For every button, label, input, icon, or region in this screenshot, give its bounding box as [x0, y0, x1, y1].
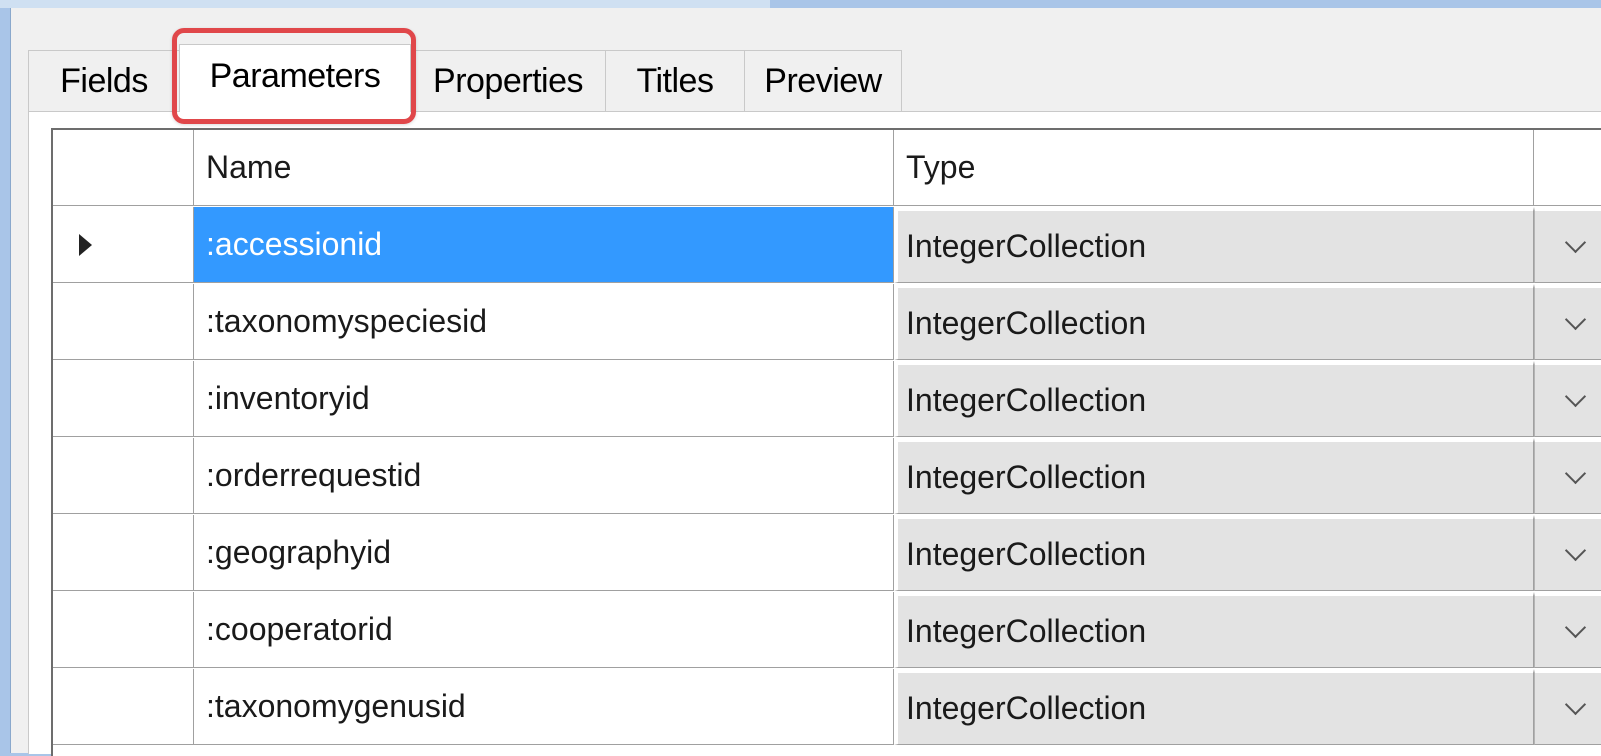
- parameter-name-cell[interactable]: :orderrequestid: [194, 438, 894, 514]
- chevron-down-icon: [1564, 539, 1587, 562]
- chevron-down-icon: [1564, 462, 1587, 485]
- type-dropdown-button[interactable]: [1534, 669, 1601, 745]
- parameter-type-cell[interactable]: IntegerCollection: [894, 361, 1534, 437]
- tab-preview[interactable]: Preview: [744, 50, 902, 112]
- parameter-type-cell[interactable]: IntegerCollection: [894, 438, 1534, 514]
- type-dropdown-button[interactable]: [1534, 515, 1601, 591]
- row-header[interactable]: [53, 361, 194, 437]
- parameters-tab-page: Name Type :accessionid IntegerCollection…: [28, 111, 1601, 756]
- table-row[interactable]: :orderrequestid IntegerCollection: [53, 438, 1601, 515]
- chevron-down-icon: [1564, 616, 1587, 639]
- parameter-type-cell[interactable]: IntegerCollection: [894, 284, 1534, 360]
- table-row[interactable]: :taxonomyspeciesid IntegerCollection: [53, 284, 1601, 361]
- type-dropdown-button[interactable]: [1534, 438, 1601, 514]
- parameter-name-cell[interactable]: :taxonomyspeciesid: [194, 284, 894, 360]
- chevron-down-icon: [1564, 231, 1587, 254]
- parameter-type-cell[interactable]: IntegerCollection: [894, 669, 1534, 745]
- row-header[interactable]: [53, 207, 194, 283]
- row-header[interactable]: [53, 669, 194, 745]
- parameters-grid: Name Type :accessionid IntegerCollection…: [51, 128, 1601, 756]
- parameter-name-cell[interactable]: :taxonomygenusid: [194, 669, 894, 745]
- type-dropdown-button[interactable]: [1534, 361, 1601, 437]
- chevron-down-icon: [1564, 385, 1587, 408]
- table-row[interactable]: :accessionid IntegerCollection: [53, 207, 1601, 284]
- table-row[interactable]: :inventoryid IntegerCollection: [53, 361, 1601, 438]
- tab-strip: Fields Parameters Properties Titles Prev…: [28, 44, 902, 112]
- table-row[interactable]: :taxonomygenusid IntegerCollection: [53, 669, 1601, 746]
- row-header-corner: [53, 130, 194, 206]
- type-dropdown-button[interactable]: [1534, 592, 1601, 668]
- column-header-type[interactable]: Type: [894, 130, 1534, 206]
- window-top-strip: [0, 0, 770, 8]
- table-row[interactable]: :cooperatorid IntegerCollection: [53, 592, 1601, 669]
- column-header-name[interactable]: Name: [194, 130, 894, 206]
- row-header[interactable]: [53, 438, 194, 514]
- tab-titles[interactable]: Titles: [605, 50, 745, 112]
- parameter-name-cell[interactable]: :inventoryid: [194, 361, 894, 437]
- tab-fields[interactable]: Fields: [28, 50, 180, 112]
- row-header[interactable]: [53, 515, 194, 591]
- tab-properties[interactable]: Properties: [410, 50, 606, 112]
- parameter-name-cell[interactable]: :geographyid: [194, 515, 894, 591]
- parameter-name-cell[interactable]: :accessionid: [194, 207, 894, 283]
- tab-parameters[interactable]: Parameters: [179, 44, 411, 112]
- row-header[interactable]: [53, 592, 194, 668]
- row-header[interactable]: [53, 284, 194, 360]
- parameter-type-cell[interactable]: IntegerCollection: [894, 592, 1534, 668]
- grid-header-row: Name Type: [53, 130, 1601, 207]
- parameter-name-cell[interactable]: :cooperatorid: [194, 592, 894, 668]
- column-header-filler: [1534, 130, 1601, 206]
- type-dropdown-button[interactable]: [1534, 284, 1601, 360]
- parameter-type-cell[interactable]: IntegerCollection: [894, 207, 1534, 283]
- triangle-right-icon: [79, 233, 92, 256]
- parameter-type-cell[interactable]: IntegerCollection: [894, 515, 1534, 591]
- chevron-down-icon: [1564, 693, 1587, 716]
- type-dropdown-button[interactable]: [1534, 207, 1601, 283]
- chevron-down-icon: [1564, 308, 1587, 331]
- table-row[interactable]: :geographyid IntegerCollection: [53, 515, 1601, 592]
